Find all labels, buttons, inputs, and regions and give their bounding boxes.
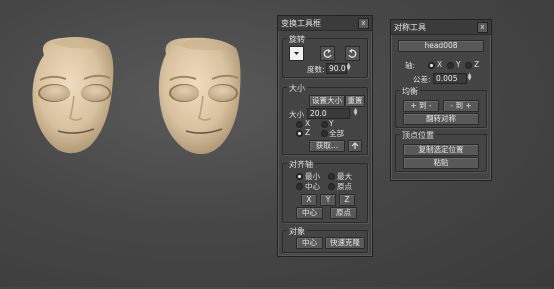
sym-axis-z-radio[interactable] [465, 62, 472, 69]
plus-to-minus-button[interactable]: + 到 - [403, 100, 439, 112]
vertex-position-group-label: 顶点位置 [400, 130, 436, 141]
align-axis-group-label: 对齐轴 [287, 159, 315, 170]
tolerance-label: 公差: [413, 75, 431, 84]
align-x-button[interactable]: X [301, 194, 317, 206]
scale-axis-y-label: Y [329, 119, 334, 128]
tolerance-spinner[interactable]: ▲ ▼ [467, 73, 472, 82]
sym-axis-y-radio[interactable] [447, 62, 454, 69]
degrees-input[interactable]: 90.0 [326, 63, 347, 74]
set-size-button[interactable]: 设置大小 [309, 95, 345, 107]
viewport-3d[interactable] [0, 0, 274, 287]
transform-toolbox-title: 变换工具框 [281, 18, 321, 28]
head-models [32, 37, 241, 155]
balance-group-label: 均衡 [400, 86, 420, 97]
align-origin-label: 原点 [337, 182, 352, 191]
align-origin-button[interactable]: 原点 [330, 207, 357, 219]
head-model-left[interactable] [32, 37, 114, 154]
rotate-cw-button[interactable] [345, 46, 360, 61]
transform-toolbox-panel: 变换工具框 x 旋转 度数: 90.0 ▲ ▼ 大小 设置大小 重置 大小 20.… [277, 15, 373, 257]
tolerance-input[interactable]: 0.005 [433, 73, 467, 84]
size-label: 大小 [289, 110, 304, 119]
align-center-radio[interactable] [296, 183, 303, 190]
align-origin-radio[interactable] [328, 183, 335, 190]
arrow-up-icon [351, 142, 359, 149]
sym-axis-x-label: X [437, 60, 443, 69]
align-center-label: 中心 [305, 182, 320, 191]
scale-axis-x-label: X [305, 119, 311, 128]
scale-axis-z-radio[interactable] [296, 130, 303, 137]
scale-group-label: 大小 [287, 83, 307, 94]
reset-button[interactable]: 重置 [345, 95, 365, 107]
scale-all-label: 全部 [329, 129, 344, 138]
scale-group: 大小 设置大小 重置 大小 20.0 ▲ ▼ X Y Z 全部 获取... [282, 83, 368, 155]
minus-to-plus-button[interactable]: - 到 + [443, 100, 479, 112]
paste-button[interactable]: 粘贴 [403, 157, 479, 169]
align-max-radio[interactable] [328, 173, 335, 180]
degrees-spinner[interactable]: ▲ ▼ [346, 63, 351, 72]
symmetry-tool-titlebar[interactable]: 对称工具 x [391, 20, 491, 35]
object-center-button[interactable]: 中心 [296, 237, 323, 249]
arrow-up-button[interactable] [348, 140, 362, 152]
close-button[interactable]: x [358, 17, 369, 29]
rotate-ccw-button[interactable] [320, 46, 335, 61]
quick-clone-button[interactable]: 快速克隆 [325, 237, 365, 249]
scale-axis-x-radio[interactable] [296, 121, 303, 128]
copy-selected-position-button[interactable]: 复制选定位置 [403, 144, 479, 156]
sym-axis-x-radio[interactable] [428, 62, 435, 69]
close-button[interactable]: x [477, 21, 488, 33]
align-z-button[interactable]: Z [339, 194, 355, 206]
transform-toolbox-titlebar[interactable]: 变换工具框 x [278, 16, 372, 31]
rotate-ccw-icon [323, 49, 332, 58]
rotate-cw-icon [348, 49, 357, 58]
axis-label: 轴: [405, 61, 416, 70]
rotate-dropdown[interactable] [289, 46, 304, 61]
scale-all-radio[interactable] [321, 130, 328, 137]
symmetry-tool-panel: 对称工具 x head008 轴: X Y Z 公差: 0.005 ▲ ▼ 均衡 … [390, 19, 492, 181]
size-spinner[interactable]: ▲ ▼ [353, 108, 358, 117]
pick-object-button[interactable]: head008 [398, 40, 484, 52]
align-center-button[interactable]: 中心 [296, 207, 323, 219]
vertex-position-group: 顶点位置 复制选定位置 粘贴 [395, 130, 487, 172]
chevron-down-icon [294, 52, 299, 55]
get-size-button[interactable]: 获取... [309, 140, 345, 152]
rotate-group-label: 旋转 [287, 34, 307, 45]
scale-axis-z-label: Z [305, 128, 311, 137]
degrees-label: 度数: [307, 65, 325, 74]
align-min-radio[interactable] [296, 173, 303, 180]
flip-symmetry-button[interactable]: 翻转对称 [403, 113, 479, 125]
sym-axis-y-label: Y [456, 60, 461, 69]
object-group: 对象 中心 快速克隆 [282, 226, 368, 253]
align-axis-group: 对齐轴 最小 最大 中心 原点 X Y Z 中心 原点 [282, 159, 368, 223]
sym-axis-z-label: Z [474, 60, 480, 69]
head-model-right[interactable] [158, 37, 241, 155]
scale-axis-y-radio[interactable] [321, 121, 328, 128]
object-group-label: 对象 [287, 226, 307, 237]
balance-group: 均衡 + 到 - - 到 + 翻转对称 [395, 86, 487, 128]
symmetry-tool-title: 对称工具 [394, 22, 426, 32]
align-y-button[interactable]: Y [320, 194, 336, 206]
size-input[interactable]: 20.0 [307, 108, 350, 119]
rotate-group: 旋转 度数: 90.0 ▲ ▼ [282, 34, 368, 78]
